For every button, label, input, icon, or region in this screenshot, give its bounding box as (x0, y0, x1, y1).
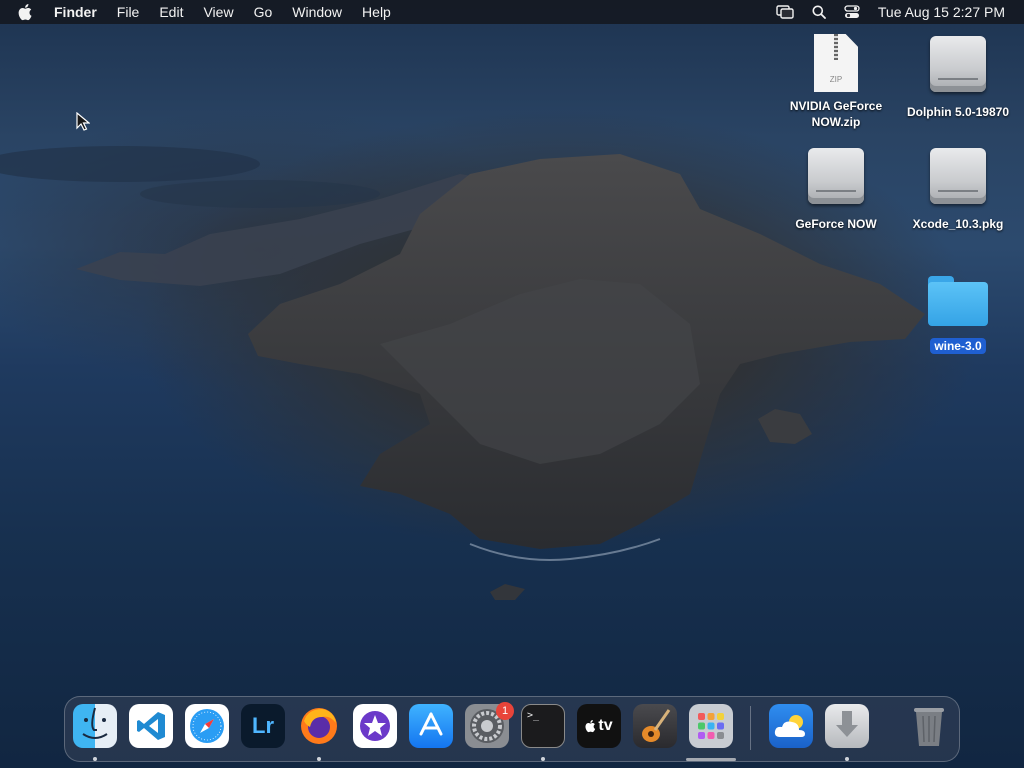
apple-menu-icon[interactable] (0, 3, 52, 21)
weather-icon[interactable] (769, 704, 813, 748)
finder-icon[interactable] (73, 704, 117, 748)
disk-image-icon (930, 36, 986, 92)
downloads-stack-icon[interactable] (825, 704, 869, 748)
menu-go[interactable]: Go (244, 0, 283, 24)
zip-archive-icon: ZIP (814, 34, 858, 92)
dock-separator (750, 706, 751, 750)
menu-app-finder[interactable]: Finder (52, 0, 107, 24)
desktop-icon-dolphin[interactable]: Dolphin 5.0-19870 (898, 36, 1018, 120)
lightroom-icon-text: Lr (252, 713, 274, 738)
folder-icon (928, 276, 988, 326)
desktop-icon-xcode-pkg[interactable]: Xcode_10.3.pkg (898, 148, 1018, 232)
lightroom-icon[interactable]: Lr (241, 704, 285, 748)
desktop-wallpaper (0, 146, 925, 600)
running-indicator (93, 757, 97, 761)
desktop-icon-label: Dolphin 5.0-19870 (906, 105, 1010, 119)
apple-tv-label: tv (598, 717, 613, 734)
running-indicator (845, 757, 849, 761)
firefox-icon[interactable] (297, 704, 341, 748)
desktop-icon-label: GeForce NOW (795, 217, 877, 231)
running-indicator (541, 757, 545, 761)
launchpad-icon[interactable] (689, 704, 733, 748)
menu-file[interactable]: File (107, 0, 150, 24)
desktop-icon-wine-folder[interactable]: wine-3.0 (898, 276, 1018, 354)
spotlight-search-icon[interactable] (812, 5, 826, 19)
notification-badge: 1 (496, 702, 514, 720)
desktop-icon-geforce-now[interactable]: GeForce NOW (776, 148, 896, 232)
disk-image-icon (930, 148, 986, 204)
terminal-prompt: >_ (527, 710, 540, 721)
menu-view[interactable]: View (193, 0, 243, 24)
desktop-icon-nvidia-zip[interactable]: ZIP NVIDIA GeForce NOW.zip (776, 34, 896, 130)
disk-image-icon (808, 148, 864, 204)
menu-edit[interactable]: Edit (149, 0, 193, 24)
control-center-icon[interactable] (844, 5, 860, 19)
terminal-icon[interactable]: >_ (521, 704, 565, 748)
menu-help[interactable]: Help (352, 0, 401, 24)
mouse-cursor-icon (76, 112, 90, 131)
garageband-icon[interactable] (633, 704, 677, 748)
screen-mirroring-icon[interactable] (776, 5, 794, 19)
menu-bar: Finder File Edit View Go Window Help Tue… (0, 0, 1024, 24)
menubar-clock[interactable]: Tue Aug 15 2:27 PM (878, 4, 1005, 20)
desktop-icon-label: wine-3.0 (930, 338, 986, 354)
desktop-icon-label: NVIDIA GeForce NOW.zip (789, 99, 883, 129)
desktop-icon-label: Xcode_10.3.pkg (912, 217, 1004, 231)
running-indicator (317, 757, 321, 761)
dock-scroll-indicator (686, 758, 736, 761)
vscode-icon[interactable] (129, 704, 173, 748)
trash-icon[interactable] (907, 704, 951, 748)
safari-icon[interactable] (185, 704, 229, 748)
apple-tv-icon[interactable]: tv (577, 704, 621, 748)
app-store-icon[interactable] (409, 704, 453, 748)
imovie-icon[interactable] (353, 704, 397, 748)
menu-window[interactable]: Window (282, 0, 352, 24)
